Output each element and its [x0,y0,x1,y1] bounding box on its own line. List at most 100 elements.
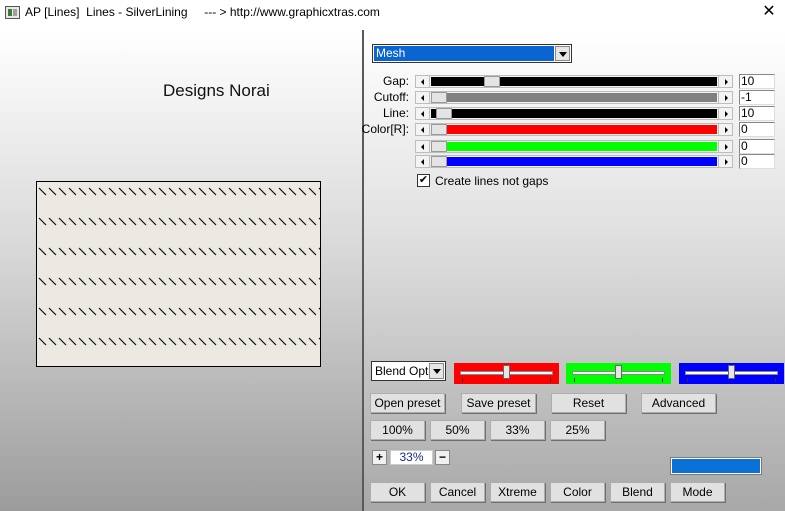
cancel-button[interactable]: Cancel [430,482,485,502]
slider-track[interactable] [431,76,717,87]
reset-button[interactable]: Reset [551,393,626,413]
zoom-33-button[interactable]: 33% [490,420,545,440]
zoom-increase-button[interactable]: + [372,450,387,465]
color-button[interactable]: Color [550,482,605,502]
hatch-stroke [258,187,267,196]
hatch-stroke [118,247,127,256]
zoom-decrease-button[interactable]: − [435,450,450,465]
save-preset-button[interactable]: Save preset [461,393,536,413]
color-g-slider[interactable] [415,140,733,153]
hatch-stroke [258,307,267,316]
hatch-stroke [188,337,197,346]
arrow-left-icon[interactable] [416,124,430,135]
hatch-stroke [308,277,317,286]
color-swatch[interactable] [670,457,762,475]
color-b-slider[interactable] [415,155,733,168]
blend-options-dropdown[interactable]: Blend Options [371,361,446,381]
slider-track[interactable] [431,141,717,152]
color-r-slider[interactable] [415,123,733,136]
color-r-value[interactable]: 0 [739,122,775,137]
hatch-stroke [218,337,227,346]
hatch-stroke [268,247,277,256]
line-value[interactable]: 10 [739,106,775,121]
hatch-stroke [38,247,47,256]
mode-dropdown[interactable]: Mesh [372,44,572,63]
create-lines-label: Create lines not gaps [435,174,549,188]
zoom-level-field[interactable]: 33% [390,450,433,465]
hatch-stroke [178,217,187,226]
hatch-stroke [288,217,297,226]
hatch-stroke [258,277,267,286]
blend-button[interactable]: Blend [610,482,665,502]
arrow-left-icon[interactable] [416,156,430,167]
slider-track[interactable] [431,108,717,119]
slider-thumb[interactable] [431,156,447,167]
arrow-left-icon[interactable] [416,76,430,87]
slider-thumb[interactable] [615,365,622,379]
slider-track[interactable] [431,156,717,167]
arrow-right-icon[interactable] [718,141,732,152]
hatch-stroke [208,247,217,256]
xtreme-button[interactable]: Xtreme [490,482,545,502]
hatch-stroke [118,217,127,226]
open-preset-button[interactable]: Open preset [370,393,445,413]
slider-thumb[interactable] [431,92,447,103]
arrow-left-icon[interactable] [416,92,430,103]
green-blend-slider[interactable] [566,363,671,384]
cutoff-slider[interactable] [415,91,733,104]
hatch-stroke [128,187,137,196]
hatch-stroke [208,307,217,316]
arrow-right-icon[interactable] [718,92,732,103]
hatch-stroke [108,187,117,196]
gap-value[interactable]: 10 [739,74,775,89]
mode-button[interactable]: Mode [670,482,725,502]
color-b-value[interactable]: 0 [739,154,775,169]
hatch-stroke [308,307,317,316]
arrow-right-icon[interactable] [718,76,732,87]
line-slider[interactable] [415,107,733,120]
slider-thumb[interactable] [431,124,447,135]
hatch-stroke [288,247,297,256]
hatch-stroke [278,307,287,316]
hatch-stroke [228,337,237,346]
hatch-stroke [118,307,127,316]
slider-thumb[interactable] [483,76,500,87]
blue-blend-slider[interactable] [679,363,784,384]
slider-track[interactable] [431,124,717,135]
chevron-down-icon[interactable] [555,46,570,61]
hatch-stroke [38,217,47,226]
advanced-button[interactable]: Advanced [641,393,716,413]
slider-thumb[interactable] [436,108,453,119]
zoom-50-button[interactable]: 50% [430,420,485,440]
hatch-stroke [88,337,97,346]
gap-slider[interactable] [415,75,733,88]
arrow-left-icon[interactable] [416,108,430,119]
arrow-right-icon[interactable] [718,124,732,135]
close-icon[interactable]: ✕ [761,3,777,19]
chevron-down-icon[interactable] [429,363,444,379]
color-g-value[interactable]: 0 [739,139,775,154]
hatch-stroke [78,247,87,256]
arrow-left-icon[interactable] [416,141,430,152]
hatch-stroke [218,217,227,226]
slider-thumb[interactable] [503,365,510,379]
hatch-stroke [88,277,97,286]
arrow-right-icon[interactable] [718,108,732,119]
hatch-stroke [238,247,247,256]
hatch-stroke [318,187,320,190]
slider-track[interactable] [431,92,717,103]
zoom-100-button[interactable]: 100% [370,420,425,440]
zoom-25-button[interactable]: 25% [550,420,605,440]
hatch-stroke [128,217,137,226]
hatch-stroke [198,277,207,286]
hatch-stroke [108,277,117,286]
create-lines-checkbox[interactable]: ✔ [417,174,430,187]
arrow-right-icon[interactable] [718,156,732,167]
slider-thumb[interactable] [431,141,447,152]
cutoff-value[interactable]: -1 [739,90,775,105]
slider-label-color-r: Color[R]: [361,122,409,136]
slider-thumb[interactable] [728,365,735,379]
ok-button[interactable]: OK [370,482,425,502]
red-blend-slider[interactable] [454,363,559,384]
hatch-stroke [138,307,147,316]
